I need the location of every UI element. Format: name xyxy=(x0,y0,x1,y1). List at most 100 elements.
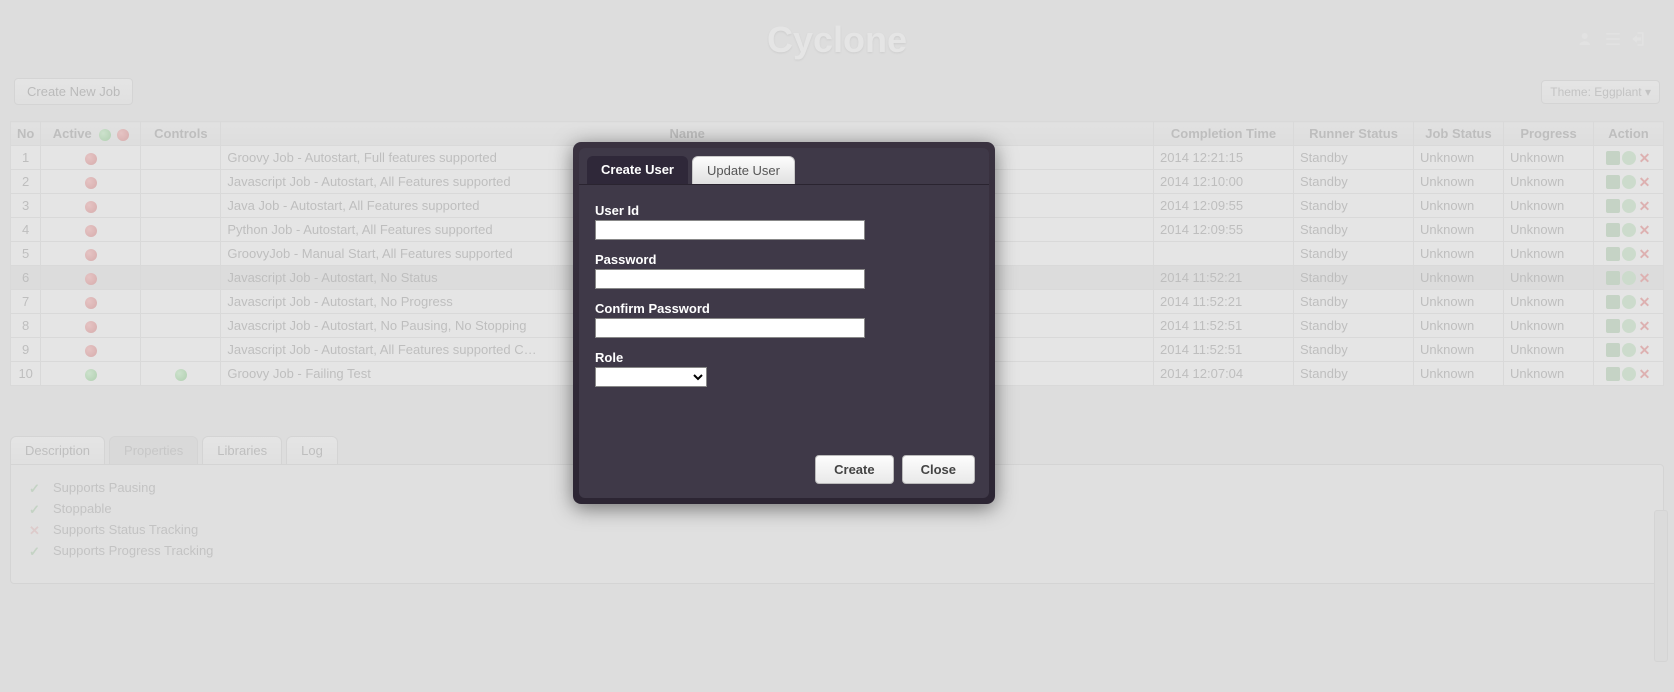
active-red-icon[interactable] xyxy=(85,225,97,237)
delete-icon[interactable]: ✕ xyxy=(1638,247,1652,261)
cell-controls[interactable] xyxy=(141,194,221,218)
delete-icon[interactable]: ✕ xyxy=(1638,199,1652,213)
cell-progress: Unknown xyxy=(1504,146,1594,170)
run-icon[interactable] xyxy=(1622,199,1636,213)
cell-runner: Standby xyxy=(1294,146,1414,170)
copy-icon[interactable] xyxy=(1606,223,1620,237)
copy-icon[interactable] xyxy=(1606,247,1620,261)
cell-active[interactable] xyxy=(41,170,141,194)
cell-active[interactable] xyxy=(41,218,141,242)
col-controls[interactable]: Controls xyxy=(141,122,221,146)
cell-active[interactable] xyxy=(41,338,141,362)
scrollbar[interactable] xyxy=(1654,510,1668,662)
cell-active[interactable] xyxy=(41,242,141,266)
cell-active[interactable] xyxy=(41,146,141,170)
active-red-icon[interactable] xyxy=(85,345,97,357)
active-red-icon[interactable] xyxy=(85,177,97,189)
cell-controls[interactable] xyxy=(141,314,221,338)
run-icon[interactable] xyxy=(1622,295,1636,309)
copy-icon[interactable] xyxy=(1606,175,1620,189)
run-icon[interactable] xyxy=(1622,175,1636,189)
cell-active[interactable] xyxy=(41,194,141,218)
run-icon[interactable] xyxy=(1622,271,1636,285)
cell-controls[interactable] xyxy=(141,146,221,170)
delete-icon[interactable]: ✕ xyxy=(1638,175,1652,189)
delete-icon[interactable]: ✕ xyxy=(1638,223,1652,237)
col-jobstatus[interactable]: Job Status xyxy=(1414,122,1504,146)
cell-controls[interactable] xyxy=(141,242,221,266)
col-action[interactable]: Action xyxy=(1594,122,1664,146)
copy-icon[interactable] xyxy=(1606,151,1620,165)
cell-controls[interactable] xyxy=(141,266,221,290)
run-icon[interactable] xyxy=(1622,319,1636,333)
cell-controls[interactable] xyxy=(141,290,221,314)
confirm-password-input[interactable] xyxy=(595,318,865,338)
cell-controls[interactable] xyxy=(141,338,221,362)
tab-log[interactable]: Log xyxy=(286,436,338,464)
active-red-icon[interactable] xyxy=(85,273,97,285)
cell-runner: Standby xyxy=(1294,362,1414,386)
cell-progress: Unknown xyxy=(1504,242,1594,266)
copy-icon[interactable] xyxy=(1606,295,1620,309)
run-icon[interactable] xyxy=(1622,247,1636,261)
active-red-icon[interactable] xyxy=(85,321,97,333)
cell-runner: Standby xyxy=(1294,338,1414,362)
disable-all-icon[interactable] xyxy=(117,129,129,141)
cell-progress: Unknown xyxy=(1504,338,1594,362)
settings-icon[interactable] xyxy=(1604,30,1622,48)
col-active[interactable]: Active xyxy=(41,122,141,146)
tab-libraries[interactable]: Libraries xyxy=(202,436,282,464)
active-red-icon[interactable] xyxy=(85,297,97,309)
copy-icon[interactable] xyxy=(1606,367,1620,381)
cell-jobstatus: Unknown xyxy=(1414,266,1504,290)
enable-all-icon[interactable] xyxy=(99,129,111,141)
control-play-icon[interactable] xyxy=(175,369,187,381)
active-red-icon[interactable] xyxy=(85,153,97,165)
delete-icon[interactable]: ✕ xyxy=(1638,367,1652,381)
cell-active[interactable] xyxy=(41,314,141,338)
run-icon[interactable] xyxy=(1622,223,1636,237)
run-icon[interactable] xyxy=(1622,367,1636,381)
tab-properties[interactable]: Properties xyxy=(109,436,198,464)
theme-selector[interactable]: Theme: Eggplant ▾ xyxy=(1541,80,1660,104)
delete-icon[interactable]: ✕ xyxy=(1638,151,1652,165)
cell-controls[interactable] xyxy=(141,218,221,242)
password-input[interactable] xyxy=(595,269,865,289)
create-button[interactable]: Create xyxy=(815,455,893,484)
delete-icon[interactable]: ✕ xyxy=(1638,319,1652,333)
copy-icon[interactable] xyxy=(1606,199,1620,213)
delete-icon[interactable]: ✕ xyxy=(1638,343,1652,357)
role-select[interactable] xyxy=(595,367,707,387)
delete-icon[interactable]: ✕ xyxy=(1638,295,1652,309)
userid-label: User Id xyxy=(595,203,973,218)
create-new-job-button[interactable]: Create New Job xyxy=(14,78,133,105)
active-red-icon[interactable] xyxy=(85,249,97,261)
cell-completion: 2014 11:52:51 xyxy=(1154,314,1294,338)
col-progress[interactable]: Progress xyxy=(1504,122,1594,146)
col-runner[interactable]: Runner Status xyxy=(1294,122,1414,146)
userid-input[interactable] xyxy=(595,220,865,240)
users-icon[interactable] xyxy=(1578,30,1596,48)
col-no[interactable]: No xyxy=(11,122,41,146)
tab-update-user[interactable]: Update User xyxy=(692,156,795,184)
cell-controls[interactable] xyxy=(141,170,221,194)
cell-active[interactable] xyxy=(41,266,141,290)
tab-create-user[interactable]: Create User xyxy=(587,156,688,184)
close-button[interactable]: Close xyxy=(902,455,975,484)
cell-active[interactable] xyxy=(41,362,141,386)
tab-description[interactable]: Description xyxy=(10,436,105,464)
active-green-icon[interactable] xyxy=(85,369,97,381)
active-red-icon[interactable] xyxy=(85,201,97,213)
cell-completion: 2014 12:10:00 xyxy=(1154,170,1294,194)
copy-icon[interactable] xyxy=(1606,343,1620,357)
copy-icon[interactable] xyxy=(1606,271,1620,285)
delete-icon[interactable]: ✕ xyxy=(1638,271,1652,285)
run-icon[interactable] xyxy=(1622,151,1636,165)
property-label: Supports Pausing xyxy=(53,480,156,495)
logout-icon[interactable] xyxy=(1630,30,1648,48)
run-icon[interactable] xyxy=(1622,343,1636,357)
cell-active[interactable] xyxy=(41,290,141,314)
col-completion[interactable]: Completion Time xyxy=(1154,122,1294,146)
cell-controls[interactable] xyxy=(141,362,221,386)
copy-icon[interactable] xyxy=(1606,319,1620,333)
